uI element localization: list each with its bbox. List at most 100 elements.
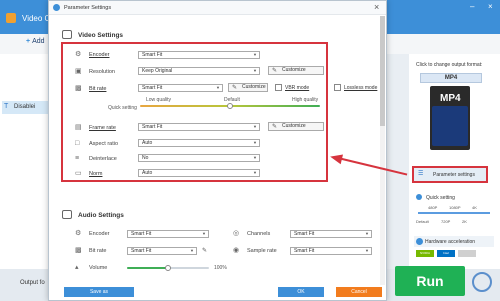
subtitle-label: Disablei <box>14 104 36 110</box>
chevron-down-icon: ▼ <box>216 85 220 90</box>
volume-icon: ▴ <box>75 264 79 271</box>
chevron-down-icon: ▼ <box>202 231 206 236</box>
audio-encoder-label: Encoder <box>89 231 110 237</box>
app-logo-icon <box>6 13 16 23</box>
volume-slider-thumb[interactable] <box>165 265 171 271</box>
volume-slider-fill <box>127 267 168 269</box>
click-change-label: Click to change output format: <box>416 62 483 68</box>
film-icon <box>432 106 468 146</box>
pencil-icon[interactable]: ✎ <box>202 247 207 254</box>
vbr-mode-checkbox[interactable] <box>275 84 282 91</box>
chevron-down-icon: ▼ <box>253 155 257 160</box>
audio-settings-title: Audio Settings <box>78 212 124 219</box>
file-list-pane <box>0 54 48 269</box>
quick-tick: 2K <box>462 219 467 224</box>
video-settings-icon <box>62 30 72 39</box>
frame-rate-label: Frame rate <box>89 125 116 131</box>
video-encoder-select[interactable]: Smart Fit ▼ <box>138 51 260 59</box>
chevron-down-icon: ▼ <box>253 52 257 57</box>
chevron-down-icon: ▼ <box>365 231 369 236</box>
default-quality-label: Default <box>224 97 240 103</box>
channels-icon: ◎ <box>233 230 240 237</box>
chevron-down-icon: ▼ <box>253 170 257 175</box>
alarm-clock-icon[interactable] <box>472 272 492 292</box>
gpu-badge[interactable] <box>458 250 476 257</box>
ok-button[interactable]: OK <box>278 287 324 297</box>
audio-encoder-select[interactable]: Smart Fit ▼ <box>127 230 209 238</box>
close-icon[interactable]: × <box>488 2 493 11</box>
channels-label: Channels <box>247 231 271 237</box>
quick-tick: 720P <box>441 219 451 224</box>
quick-setting-label: Quick setting <box>426 195 455 201</box>
resolution-label: Resolution <box>89 69 115 75</box>
frame-rate-icon: ▤ <box>75 124 82 131</box>
aspect-ratio-icon: □ <box>75 140 80 147</box>
microphone-icon: ◉ <box>233 247 240 254</box>
sample-rate-label: Sample rate <box>247 248 277 254</box>
resolution-icon: ▣ <box>75 68 82 75</box>
deinterlace-icon: ≡ <box>75 155 80 162</box>
norm-select[interactable]: Auto ▼ <box>138 169 260 177</box>
high-quality-label: High quality <box>292 97 319 103</box>
chevron-down-icon: ▼ <box>253 68 257 73</box>
norm-label: Norm <box>89 171 103 177</box>
save-as-button[interactable]: Save as <box>64 287 134 297</box>
resolution-select[interactable]: Keep Original ▼ <box>138 67 260 75</box>
intel-badge[interactable]: Intel <box>437 250 455 257</box>
vbr-mode-label: VBR mode <box>285 85 310 91</box>
sliders-icon: ☰ <box>418 171 424 177</box>
dialog-logo-icon <box>53 4 60 11</box>
plus-icon: + <box>26 38 31 45</box>
dialog-close-icon[interactable]: × <box>374 2 379 12</box>
volume-value: 100% <box>214 265 227 271</box>
pencil-icon: ✎ <box>272 124 278 130</box>
output-folder-label: Output fo <box>20 280 45 286</box>
frame-rate-select[interactable]: Smart Fit ▼ <box>138 123 260 131</box>
audio-encoder-icon: ⚙ <box>75 230 82 237</box>
hardware-icon <box>416 238 423 245</box>
aspect-ratio-select[interactable]: Auto ▼ <box>138 139 260 147</box>
chevron-down-icon: ▼ <box>253 124 257 129</box>
sample-rate-select[interactable]: Smart Fit ▼ <box>290 247 372 255</box>
add-files-button[interactable]: + Add <box>26 38 45 45</box>
bitrate-label: Bit rate <box>89 86 107 92</box>
dialog-title: Parameter Settings <box>64 5 112 11</box>
video-bitrate-select[interactable]: Smart Fit ▼ <box>138 84 223 92</box>
audio-bitrate-select[interactable]: Smart Fit ▼ <box>127 247 197 255</box>
quality-slider-thumb[interactable] <box>227 103 233 109</box>
pencil-icon: ✎ <box>272 68 278 74</box>
low-quality-label: Low quality <box>146 97 172 103</box>
audio-settings-icon <box>62 210 72 219</box>
chevron-down-icon: ▼ <box>190 248 194 253</box>
quick-setting-slider[interactable] <box>418 212 490 214</box>
audio-bitrate-label: Bit rate <box>89 248 107 254</box>
volume-label: Volume <box>89 265 108 271</box>
hardware-acceleration-label: Hardware acceleration <box>425 239 476 245</box>
deinterlace-select[interactable]: No ▼ <box>138 154 260 162</box>
encoder-icon: ⚙ <box>75 51 82 58</box>
subtitle-icon: T <box>4 103 9 110</box>
deinterlace-label: Deinterlace <box>89 156 117 162</box>
dialog-scrollbar-thumb[interactable] <box>380 16 385 126</box>
aspect-ratio-label: Aspect ratio <box>89 141 119 147</box>
audio-bitrate-icon: ▩ <box>75 247 82 254</box>
lossless-mode-label: Lossless mode <box>344 85 378 91</box>
format-thumbnail-label: MP4 <box>440 93 461 104</box>
video-settings-title: Video Settings <box>78 32 124 39</box>
lossless-mode-checkbox[interactable] <box>334 84 341 91</box>
chevron-down-icon: ▼ <box>365 248 369 253</box>
channels-select[interactable]: Smart Fit ▼ <box>290 230 372 238</box>
quick-setting-label: Quick setting <box>108 105 137 111</box>
run-button[interactable]: Run <box>395 266 465 296</box>
pencil-icon: ✎ <box>232 85 238 91</box>
norm-icon: ▭ <box>75 170 82 177</box>
cancel-button[interactable]: Cancel <box>336 287 382 297</box>
output-format-select[interactable]: MP4 <box>420 73 482 83</box>
encoder-label: Encoder <box>89 52 110 58</box>
quick-tick: 480P <box>428 205 438 210</box>
minimize-icon[interactable]: – <box>470 2 474 11</box>
chevron-down-icon: ▼ <box>253 140 257 145</box>
quick-tick: 4K <box>472 205 477 210</box>
quick-tick: Default <box>416 219 429 224</box>
nvidia-badge[interactable]: NVIDIA <box>416 250 434 257</box>
